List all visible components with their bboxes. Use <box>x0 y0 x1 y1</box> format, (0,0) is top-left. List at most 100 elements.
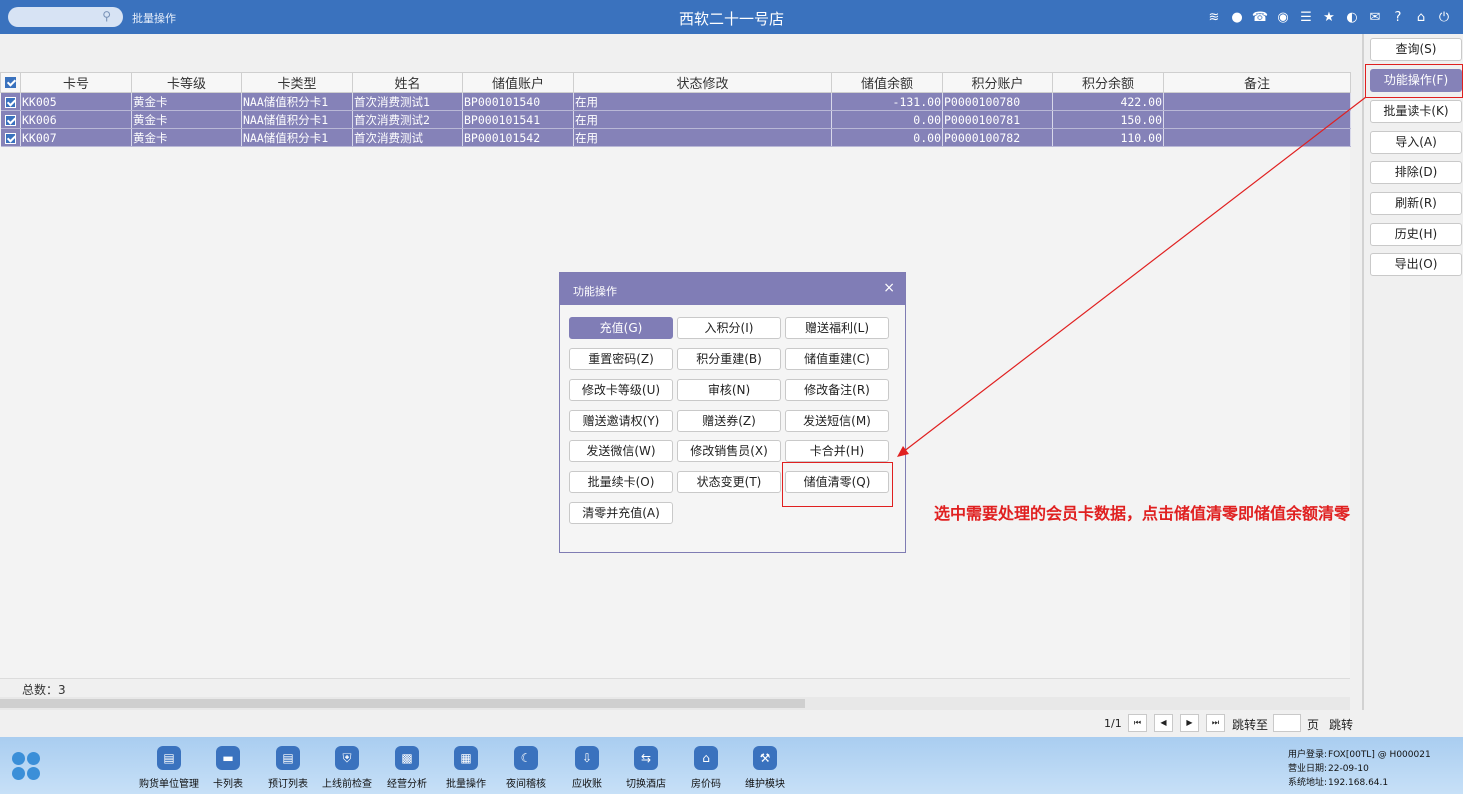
col-header-stored-account[interactable]: 储值账户 <box>462 72 574 93</box>
message-icon[interactable]: ● <box>1228 8 1246 26</box>
wrench-icon: ⚒ <box>753 746 777 770</box>
edit-salesperson-button[interactable]: 修改销售员(X) <box>677 440 781 462</box>
star-icon[interactable]: ★ <box>1320 8 1338 26</box>
reset-password-button[interactable]: 重置密码(Z) <box>569 348 673 370</box>
dock-item-prelaunch-check[interactable]: ⛨ 上线前检查 <box>315 746 379 790</box>
dock-item-receivables[interactable]: ⇩ 应收账 <box>555 746 619 790</box>
palette-icon[interactable]: ◉ <box>1274 8 1292 26</box>
moon-icon: ☾ <box>514 746 538 770</box>
address-value: 192.168.64.1 <box>1328 778 1389 788</box>
home-icon[interactable]: ⌂ <box>1412 8 1430 26</box>
dock-item-purchase-unit[interactable]: ▤ 购货单位管理 <box>137 746 201 790</box>
date-label: 营业日期: <box>1288 764 1328 774</box>
cell-stored-balance: 0.00 <box>831 128 943 147</box>
jump-button[interactable]: 跳转 <box>1329 716 1353 733</box>
dock-item-business-analysis[interactable]: ▩ 经营分析 <box>375 746 439 790</box>
rebuild-stored-value-button[interactable]: 储值重建(C) <box>785 348 889 370</box>
col-header-stored-balance[interactable]: 储值余额 <box>831 72 943 93</box>
address-label: 系统地址: <box>1288 778 1328 788</box>
col-header-status[interactable]: 状态修改 <box>573 72 832 93</box>
jump-page-input[interactable] <box>1273 714 1301 732</box>
query-button[interactable]: 查询(S) <box>1370 38 1462 61</box>
merge-card-button[interactable]: 卡合并(H) <box>785 440 889 462</box>
scrollbar-thumb[interactable] <box>0 699 805 708</box>
table-row[interactable]: KK006 黄金卡 NAA储值积分卡1 首次消费测试2 BP000101541 … <box>0 110 1351 129</box>
dock-item-night-audit[interactable]: ☾ 夜间稽核 <box>494 746 558 790</box>
col-header-card-level[interactable]: 卡等级 <box>131 72 242 93</box>
history-button[interactable]: 历史(H) <box>1370 223 1462 246</box>
dock-item-card-list[interactable]: ▬ 卡列表 <box>196 746 260 790</box>
app-logo-icon[interactable] <box>12 752 42 782</box>
cell-points-balance: 422.00 <box>1052 92 1164 111</box>
select-all-checkbox[interactable] <box>0 72 21 93</box>
export-button[interactable]: 导出(O) <box>1370 253 1462 276</box>
exclude-button[interactable]: 排除(D) <box>1370 161 1462 184</box>
send-sms-button[interactable]: 发送短信(M) <box>785 410 889 432</box>
send-wechat-button[interactable]: 发送微信(W) <box>569 440 673 462</box>
mail-icon[interactable]: ✉ <box>1366 8 1384 26</box>
recharge-button[interactable]: 充值(G) <box>569 317 673 339</box>
moon-icon[interactable]: ◐ <box>1343 8 1361 26</box>
cell-stored-account: BP000101541 <box>462 110 574 129</box>
download-icon: ⇩ <box>575 746 599 770</box>
col-header-remark[interactable]: 备注 <box>1163 72 1351 93</box>
user-label: 用户登录: <box>1288 750 1328 760</box>
col-header-card-type[interactable]: 卡类型 <box>241 72 353 93</box>
col-header-card-no[interactable]: 卡号 <box>20 72 132 93</box>
change-card-level-button[interactable]: 修改卡等级(U) <box>569 379 673 401</box>
row-checkbox[interactable] <box>0 110 21 129</box>
wifi-icon[interactable]: ≋ <box>1205 8 1223 26</box>
col-header-name[interactable]: 姓名 <box>352 72 463 93</box>
menu-icon[interactable]: ☰ <box>1297 8 1315 26</box>
total-bar: 总数：3 <box>0 678 1350 697</box>
col-header-points-account[interactable]: 积分账户 <box>942 72 1053 93</box>
cell-points-balance: 110.00 <box>1052 128 1164 147</box>
dock-item-batch-ops[interactable]: ▦ 批量操作 <box>434 746 498 790</box>
panel-divider <box>1362 34 1364 710</box>
edit-remark-button[interactable]: 修改备注(R) <box>785 379 889 401</box>
batch-read-card-button[interactable]: 批量读卡(K) <box>1370 100 1462 123</box>
dock-item-booking-list[interactable]: ▤ 预订列表 <box>256 746 320 790</box>
next-page-button[interactable]: ▶ <box>1180 714 1199 732</box>
jump-label: 跳转至 <box>1232 718 1269 732</box>
first-page-button[interactable]: ⏮ <box>1128 714 1147 732</box>
cell-stored-balance: -131.00 <box>831 92 943 111</box>
col-header-points-balance[interactable]: 积分余额 <box>1052 72 1164 93</box>
cell-card-type: NAA储值积分卡1 <box>241 110 353 129</box>
row-checkbox[interactable] <box>0 128 21 147</box>
audit-button[interactable]: 审核(N) <box>677 379 781 401</box>
rebuild-points-button[interactable]: 积分重建(B) <box>677 348 781 370</box>
gift-invite-right-button[interactable]: 赠送邀请权(Y) <box>569 410 673 432</box>
bottom-dock: ▤ 购货单位管理 ▬ 卡列表 ▤ 预订列表 ⛨ 上线前检查 ▩ 经营分析 ▦ 批… <box>0 737 1463 794</box>
gift-benefit-button[interactable]: 赠送福利(L) <box>785 317 889 339</box>
house-icon: ⌂ <box>694 746 718 770</box>
add-points-button[interactable]: 入积分(I) <box>677 317 781 339</box>
dock-item-rate-code[interactable]: ⌂ 房价码 <box>674 746 738 790</box>
table-row[interactable]: KK007 黄金卡 NAA储值积分卡1 首次消费测试 BP000101542 在… <box>0 128 1351 147</box>
highlight-box-clear-stored-value <box>782 462 893 507</box>
close-icon[interactable]: × <box>883 280 895 296</box>
cell-points-account: P0000100781 <box>942 110 1053 129</box>
cell-remark <box>1163 128 1351 147</box>
annotation-text: 选中需要处理的会员卡数据，点击储值清零即储值余额清零 <box>934 504 1351 523</box>
import-button[interactable]: 导入(A) <box>1370 131 1462 154</box>
refresh-button[interactable]: 刷新(R) <box>1370 192 1462 215</box>
last-page-button[interactable]: ⏭ <box>1206 714 1225 732</box>
dock-item-maintenance[interactable]: ⚒ 维护模块 <box>733 746 797 790</box>
clear-and-recharge-button[interactable]: 清零并充值(A) <box>569 502 673 524</box>
phone-icon[interactable]: ☎ <box>1251 8 1269 26</box>
row-checkbox[interactable] <box>0 92 21 111</box>
table-row[interactable]: KK005 黄金卡 NAA储值积分卡1 首次消费测试1 BP000101540 … <box>0 92 1351 111</box>
change-status-button[interactable]: 状态变更(T) <box>677 471 781 493</box>
cell-points-account: P0000100782 <box>942 128 1053 147</box>
prev-page-button[interactable]: ◀ <box>1154 714 1173 732</box>
horizontal-scrollbar[interactable] <box>0 697 1350 710</box>
gift-coupon-button[interactable]: 赠送券(Z) <box>677 410 781 432</box>
booking-icon: ▤ <box>276 746 300 770</box>
batch-renew-button[interactable]: 批量续卡(O) <box>569 471 673 493</box>
dock-item-switch-hotel[interactable]: ⇆ 切换酒店 <box>614 746 678 790</box>
power-icon[interactable]: ⏻ <box>1435 8 1453 26</box>
cell-name: 首次消费测试 <box>352 128 463 147</box>
help-icon[interactable]: ? <box>1389 8 1407 26</box>
cell-stored-account: BP000101540 <box>462 92 574 111</box>
